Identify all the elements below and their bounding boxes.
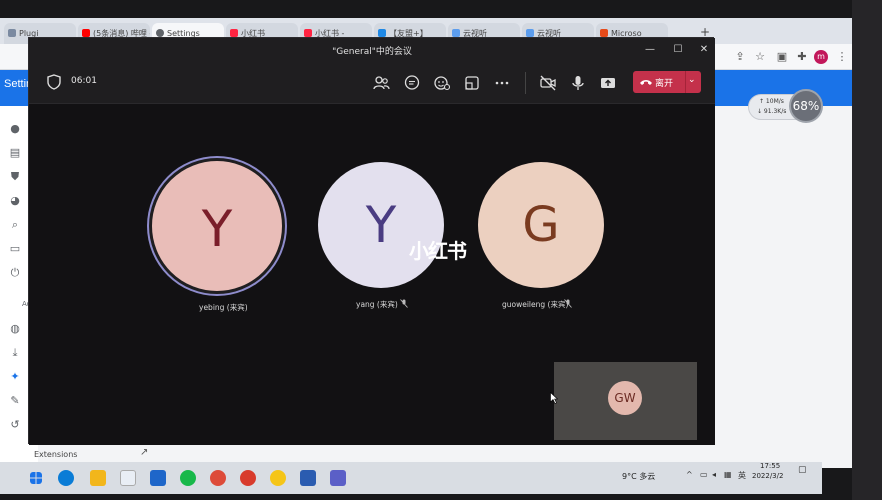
toolbar-divider (525, 72, 526, 94)
tab-favicon-icon (304, 29, 312, 37)
windows-start-icon[interactable] (30, 472, 42, 484)
camera-off-icon[interactable] (539, 74, 557, 92)
minimize-icon[interactable]: — (643, 43, 657, 57)
taskbar: 9°C 多云 ^ ▭ ◂ ▦ 英 17:55 2022/3/2 ▢ (0, 462, 822, 494)
share-icon[interactable]: ⇪ (732, 49, 748, 65)
screen: Plugi (5条消息) 哔哩 - You Settings 小红书 小红书 -… (0, 0, 882, 500)
chevron-up-icon[interactable]: ^ (686, 470, 693, 479)
accessibility-icon[interactable]: ✦ (8, 370, 22, 384)
people-icon[interactable] (372, 74, 390, 92)
history-icon[interactable]: ↺ (8, 418, 22, 432)
mic-off-icon (400, 299, 408, 308)
word-icon[interactable] (300, 470, 316, 486)
xiaohongshu-watermark: 小红书 (409, 239, 467, 263)
autofill-icon[interactable]: ▤ (8, 146, 22, 160)
external-link-icon[interactable]: ↗ (140, 447, 148, 458)
self-avatar: GW (608, 381, 642, 415)
hang-up-phone-icon (640, 80, 652, 85)
meeting-stage: Y Y G yebing (来宾) yang (来宾) guoweileng (… (29, 104, 715, 445)
chat-icon[interactable] (403, 74, 421, 92)
keyboard-icon[interactable]: ▦ (724, 470, 732, 479)
download-icon[interactable]: ⤓ (8, 346, 22, 360)
extension-icon[interactable]: ▣ (774, 49, 790, 65)
speaker-icon[interactable]: ◂ (712, 470, 716, 479)
bookmark-star-icon[interactable]: ☆ (752, 49, 768, 65)
settings-gear-icon (156, 29, 164, 37)
share-screen-icon[interactable] (599, 74, 617, 92)
self-view-tile[interactable]: GW (554, 362, 697, 440)
input-method-indicator[interactable]: 英 (738, 470, 746, 481)
upload-speed: ↑ 10M/s (759, 98, 784, 105)
qq-icon[interactable] (270, 470, 286, 486)
participant-name: yang (来宾) (356, 300, 398, 309)
extensions-link[interactable]: Extensions (34, 450, 77, 459)
microphone-icon[interactable] (569, 74, 587, 92)
close-icon[interactable]: ✕ (697, 43, 711, 57)
mouse-cursor-icon (550, 392, 558, 404)
teams-icon[interactable] (330, 470, 346, 486)
tab-favicon-icon (230, 29, 238, 37)
tab-favicon-icon (452, 29, 460, 37)
meeting-toolbar: 06:01 离开 ⌄ (29, 62, 715, 104)
rooms-icon[interactable] (463, 74, 481, 92)
participant-avatar[interactable]: Y (149, 158, 285, 294)
participant-avatar[interactable]: Y (318, 162, 444, 288)
maximize-icon[interactable]: ☐ (671, 43, 685, 57)
network-icon[interactable]: ▭ (700, 470, 708, 479)
shield-icon (47, 74, 61, 90)
meeting-title: "General"中的会议 (332, 47, 412, 57)
participant-name: yebing (来宾) (199, 303, 248, 312)
meeting-titlebar: "General"中的会议 — ☐ ✕ (29, 38, 715, 62)
profile-avatar[interactable]: m (814, 50, 828, 64)
download-speed: ↓ 91.3K/s (757, 108, 787, 115)
store-icon[interactable] (120, 470, 136, 486)
globe-icon[interactable]: ◍ (8, 322, 22, 336)
tab-favicon-icon (8, 29, 16, 37)
mic-off-icon (564, 299, 572, 308)
network-speed-widget: ↑ 10M/s ↓ 91.3K/s 68% (748, 89, 823, 123)
clock-date[interactable]: 2022/3/2 (752, 472, 783, 480)
participant-name: guoweileng (来宾) (502, 300, 569, 309)
wrench-icon[interactable]: ✎ (8, 394, 22, 408)
leave-label: 离开 (655, 79, 674, 89)
wechat-icon[interactable] (180, 470, 196, 486)
power-icon[interactable]: ⏻ (8, 266, 22, 280)
mail-icon[interactable] (150, 470, 166, 486)
person-icon[interactable]: ● (8, 122, 22, 136)
leave-divider (685, 71, 686, 93)
file-explorer-icon[interactable] (90, 470, 106, 486)
reactions-icon[interactable] (433, 74, 451, 92)
chevron-down-icon[interactable]: ⌄ (688, 75, 696, 85)
tab-favicon-icon (600, 29, 608, 37)
notification-icon[interactable]: ▢ (798, 465, 807, 475)
chrome-icon[interactable] (210, 470, 226, 486)
palette-icon[interactable]: ◕ (8, 194, 22, 208)
browser-icon[interactable]: ▭ (8, 242, 22, 256)
participant-avatar[interactable]: G (478, 162, 604, 288)
tab-favicon-icon (378, 29, 386, 37)
meeting-timer: 06:01 (71, 76, 97, 86)
edge-browser-icon[interactable] (58, 470, 74, 486)
more-options-icon[interactable] (493, 74, 511, 92)
tab-favicon-icon (526, 29, 534, 37)
monitor-bezel (852, 0, 882, 500)
shield-icon[interactable]: ⛊ (8, 170, 22, 184)
menu-icon[interactable]: ⋮ (834, 49, 850, 65)
clock-time[interactable]: 17:55 (760, 462, 780, 470)
puzzle-icon[interactable]: ✚ (794, 49, 810, 65)
meeting-window: "General"中的会议 — ☐ ✕ 06:01 离开 ⌄ Y Y G yeb… (28, 37, 715, 445)
tab-favicon-icon (82, 29, 90, 37)
weather-widget[interactable]: 9°C 多云 (622, 471, 655, 482)
memory-percent: 68% (789, 89, 823, 123)
leave-meeting-button[interactable]: 离开 ⌄ (633, 71, 701, 93)
search-icon[interactable]: ⌕ (8, 218, 22, 232)
chrome-profile-icon[interactable] (240, 470, 256, 486)
